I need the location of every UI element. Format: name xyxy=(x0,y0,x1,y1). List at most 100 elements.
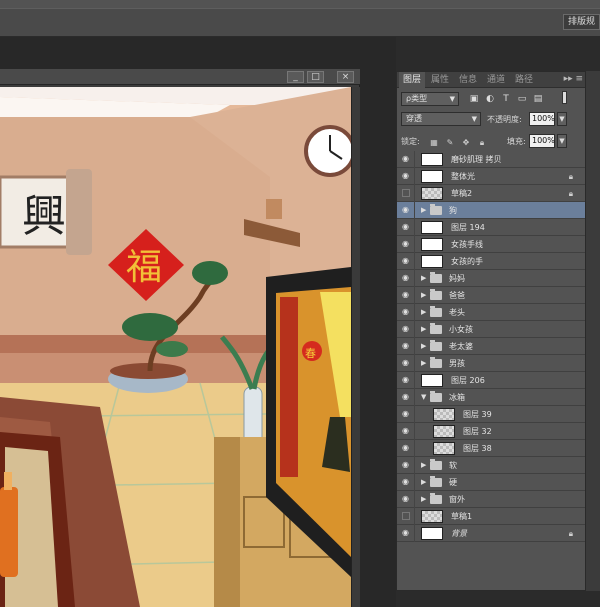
eye-icon[interactable]: ◉ xyxy=(400,256,411,266)
layout-button[interactable]: 排版规 xyxy=(562,14,600,30)
lock-all-icon[interactable]: 🔒︎ xyxy=(477,138,487,148)
layer-name[interactable]: 妈妈 xyxy=(449,270,465,287)
eye-icon[interactable]: ◉ xyxy=(400,392,411,402)
layer-group-row[interactable]: ◉ ▶ 老太婆 xyxy=(397,338,585,355)
layer-name[interactable]: 图层 32 xyxy=(463,423,492,440)
layer-name[interactable]: 整体光 xyxy=(451,168,475,185)
expand-down-icon[interactable]: ▼ xyxy=(421,392,426,402)
eye-icon[interactable]: ◉ xyxy=(400,239,411,249)
layer-row[interactable]: ◉ 图层 32 xyxy=(397,423,585,440)
layer-group-row[interactable]: ◉ ▶ 老头 xyxy=(397,304,585,321)
layer-row[interactable]: ◉ 女孩手线 xyxy=(397,236,585,253)
layer-row[interactable]: 草稿2 🔒︎ xyxy=(397,185,585,202)
layer-thumbnail[interactable] xyxy=(421,374,443,387)
layer-thumbnail[interactable] xyxy=(421,510,443,523)
eye-icon[interactable]: ◉ xyxy=(400,205,411,215)
document-canvas[interactable]: 興 福 春 xyxy=(0,87,351,607)
layer-row[interactable]: ◉ 图层 38 xyxy=(397,440,585,457)
vertical-scrollbar[interactable] xyxy=(351,87,360,607)
layer-name[interactable]: 老太婆 xyxy=(449,338,473,355)
fill-input[interactable]: 100% xyxy=(529,134,555,148)
layer-thumbnail[interactable] xyxy=(433,442,455,455)
expand-right-icon[interactable]: ▶ xyxy=(421,324,426,334)
layer-name[interactable]: 磨砂肌理 拷贝 xyxy=(451,151,502,168)
layer-thumbnail[interactable] xyxy=(421,187,443,200)
visibility-off-box[interactable] xyxy=(402,512,410,520)
tab-layers[interactable]: 图层 xyxy=(399,72,426,88)
eye-icon[interactable]: ◉ xyxy=(400,222,411,232)
eye-icon[interactable]: ◉ xyxy=(400,273,411,283)
expand-right-icon[interactable]: ▶ xyxy=(421,273,426,283)
layer-row[interactable]: 草稿1 xyxy=(397,508,585,525)
layer-thumbnail[interactable] xyxy=(421,153,443,166)
smart-object-filter-icon[interactable]: ▤ xyxy=(533,94,543,104)
opacity-dropdown-icon[interactable]: ▼ xyxy=(557,112,567,126)
eye-icon[interactable]: ◉ xyxy=(400,290,411,300)
eye-icon[interactable]: ◉ xyxy=(400,171,411,181)
layer-thumbnail[interactable] xyxy=(433,408,455,421)
expand-right-icon[interactable]: ▶ xyxy=(421,477,426,487)
document-titlebar[interactable]: _ □ × xyxy=(0,69,360,85)
layer-filter-select[interactable]: ρ类型 ▼ xyxy=(401,92,459,106)
eye-icon[interactable]: ◉ xyxy=(400,460,411,470)
layer-row[interactable]: ◉ 整体光 🔒︎ xyxy=(397,168,585,185)
layer-group-row[interactable]: ◉ ▶ 窗外 xyxy=(397,491,585,508)
opacity-input[interactable]: 100% xyxy=(529,112,555,126)
minimize-button[interactable]: _ xyxy=(287,71,304,83)
layer-name[interactable]: 软 xyxy=(449,457,457,474)
layer-name[interactable]: 窗外 xyxy=(449,491,465,508)
layer-row[interactable]: ◉ 图层 194 xyxy=(397,219,585,236)
lock-brush-icon[interactable]: ✎ xyxy=(445,138,455,148)
layer-name[interactable]: 草稿2 xyxy=(451,185,472,202)
eye-icon[interactable]: ◉ xyxy=(400,375,411,385)
layer-row[interactable]: ◉ 图层 206 xyxy=(397,372,585,389)
layer-group-row[interactable]: ◉ ▶ 爸爸 xyxy=(397,287,585,304)
expand-right-icon[interactable]: ▶ xyxy=(421,290,426,300)
layer-thumbnail[interactable] xyxy=(433,425,455,438)
tab-properties[interactable]: 属性 xyxy=(427,72,453,88)
layer-group-row[interactable]: ◉ ▶ 妈妈 xyxy=(397,270,585,287)
layer-row[interactable]: ◉ 背景 🔒︎ xyxy=(397,525,585,542)
eye-icon[interactable]: ◉ xyxy=(400,341,411,351)
tab-info[interactable]: 信息 xyxy=(455,72,481,88)
layer-name[interactable]: 草稿1 xyxy=(451,508,472,525)
adjustment-filter-icon[interactable]: ◐ xyxy=(485,94,495,104)
expand-right-icon[interactable]: ▶ xyxy=(421,307,426,317)
layer-group-row[interactable]: ◉ ▼ 冰箱 xyxy=(397,389,585,406)
layer-name[interactable]: 女孩的手 xyxy=(451,253,483,270)
eye-icon[interactable]: ◉ xyxy=(400,443,411,453)
maximize-button[interactable]: □ xyxy=(307,71,324,83)
eye-icon[interactable]: ◉ xyxy=(400,494,411,504)
type-filter-icon[interactable]: T xyxy=(501,94,511,104)
fill-dropdown-icon[interactable]: ▼ xyxy=(557,134,567,148)
layer-name[interactable]: 狗 xyxy=(449,202,457,219)
layer-group-row[interactable]: ◉ ▶ 狗 xyxy=(397,202,585,219)
layer-thumbnail[interactable] xyxy=(421,527,443,540)
eye-icon[interactable]: ◉ xyxy=(400,358,411,368)
lock-position-icon[interactable]: ✥ xyxy=(461,138,471,148)
expand-right-icon[interactable]: ▶ xyxy=(421,358,426,368)
layer-row[interactable]: ◉ 图层 39 xyxy=(397,406,585,423)
eye-icon[interactable]: ◉ xyxy=(400,477,411,487)
layer-name[interactable]: 背景 xyxy=(451,525,467,542)
layer-name[interactable]: 爸爸 xyxy=(449,287,465,304)
layer-name[interactable]: 图层 38 xyxy=(463,440,492,457)
visibility-off-box[interactable] xyxy=(402,189,410,197)
layer-name[interactable]: 男孩 xyxy=(449,355,465,372)
layer-thumbnail[interactable] xyxy=(421,221,443,234)
layer-row[interactable]: ◉ 女孩的手 xyxy=(397,253,585,270)
layer-row[interactable]: ◉ 磨砂肌理 拷贝 xyxy=(397,151,585,168)
layer-name[interactable]: 图层 194 xyxy=(451,219,485,236)
expand-right-icon[interactable]: ▶ xyxy=(421,341,426,351)
eye-icon[interactable]: ◉ xyxy=(400,528,411,538)
layer-name[interactable]: 冰箱 xyxy=(449,389,465,406)
tab-channels[interactable]: 通道 xyxy=(483,72,509,88)
image-filter-icon[interactable]: ▣ xyxy=(469,94,479,104)
expand-right-icon[interactable]: ▶ xyxy=(421,494,426,504)
layer-name[interactable]: 小女孩 xyxy=(449,321,473,338)
tab-paths[interactable]: 路径 xyxy=(511,72,537,88)
filter-toggle[interactable] xyxy=(562,91,567,104)
eye-icon[interactable]: ◉ xyxy=(400,307,411,317)
layer-group-row[interactable]: ◉ ▶ 硬 xyxy=(397,474,585,491)
layer-name[interactable]: 图层 39 xyxy=(463,406,492,423)
